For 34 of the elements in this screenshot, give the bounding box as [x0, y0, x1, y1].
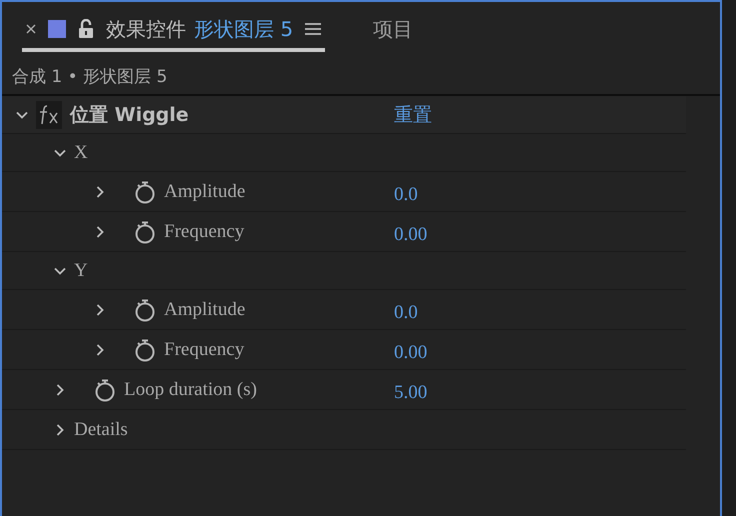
label-color-swatch [48, 20, 66, 38]
property-value[interactable]: 5.00 [394, 382, 428, 404]
panel-tab[interactable]: 项目 [369, 10, 418, 52]
stopwatch-icon[interactable] [134, 338, 156, 362]
menu-icon[interactable] [305, 22, 322, 36]
chevron-icon[interactable] [54, 384, 66, 396]
fx-icon[interactable] [36, 100, 62, 128]
group-label: Y [74, 260, 88, 282]
property-label: Amplitude [164, 298, 246, 320]
stopwatch-icon[interactable] [134, 298, 156, 322]
chevron-icon[interactable] [94, 344, 106, 356]
layer-name: 形状图层 5 [194, 16, 294, 42]
stopwatch-icon[interactable] [134, 220, 156, 244]
property-label: Loop duration (s) [124, 378, 257, 400]
chevron-icon[interactable] [94, 226, 106, 238]
property-label: Frequency [164, 338, 244, 360]
property-label: Amplitude [164, 180, 246, 202]
unlocked-lock-icon[interactable] [78, 19, 94, 39]
chevron-icon[interactable] [94, 304, 106, 316]
property-value[interactable]: 0.00 [394, 342, 428, 364]
effect-name: 位置 Wiggle [70, 102, 189, 128]
group-label: Details [74, 418, 128, 440]
group-label: X [74, 142, 88, 164]
close-icon[interactable] [26, 24, 36, 34]
reset-link[interactable]: 重置 [394, 102, 432, 128]
chevron-icon[interactable] [54, 424, 66, 436]
property-value[interactable]: 0.00 [394, 224, 428, 246]
property-label: Frequency [164, 220, 244, 242]
property-value[interactable]: 0.0 [394, 302, 418, 324]
stopwatch-icon[interactable] [134, 180, 156, 204]
property-value[interactable]: 0.0 [394, 184, 418, 206]
stopwatch-icon[interactable] [94, 378, 116, 402]
panel-tab[interactable]: 效果控件 形状图层 5 [22, 10, 326, 52]
chevron-icon[interactable] [94, 186, 106, 198]
